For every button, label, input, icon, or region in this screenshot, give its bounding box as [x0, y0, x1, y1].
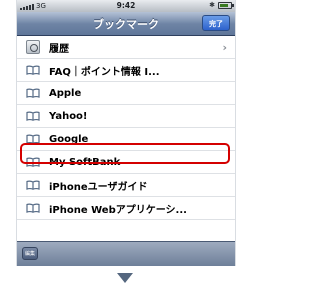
bookmark-label: 履歴 — [49, 43, 69, 55]
bookmark-item-iphone-user-guide[interactable]: iPhoneユーザガイド — [17, 174, 235, 197]
book-icon — [25, 203, 41, 213]
status-right: ✱ — [209, 1, 234, 9]
book-icon — [25, 88, 41, 98]
book-icon — [25, 65, 41, 75]
history-icon — [26, 40, 40, 54]
battery-fill — [220, 3, 228, 7]
book-icon — [25, 134, 41, 144]
battery-icon — [218, 1, 234, 9]
bluetooth-icon: ✱ — [209, 1, 215, 9]
book-icon — [25, 111, 41, 121]
bottom-toolbar: 編集 — [17, 241, 235, 266]
bookmark-item-yahoo[interactable]: Yahoo! — [17, 105, 235, 128]
edit-button[interactable]: 編集 — [22, 247, 38, 260]
page: 3G 9:42 ✱ ブックマーク 完了 履歴 › FAQ｜ポイント情報 I...… — [0, 0, 250, 287]
bookmark-item-apple[interactable]: Apple — [17, 82, 235, 105]
down-arrow-icon — [117, 273, 133, 283]
phone-screen: 3G 9:42 ✱ ブックマーク 完了 履歴 › FAQ｜ポイント情報 I...… — [16, 0, 236, 266]
bookmark-label: iPhoneユーザガイド — [49, 181, 148, 193]
bookmark-label: FAQ｜ポイント情報 I... — [49, 66, 160, 78]
bookmark-item-my-softbank[interactable]: My SoftBank — [17, 151, 235, 174]
status-time: 9:42 — [116, 1, 136, 10]
nav-bar: ブックマーク 完了 — [17, 12, 235, 36]
chevron-right-icon: › — [222, 41, 227, 54]
bookmark-label: Apple — [49, 87, 82, 99]
bookmark-label: My SoftBank — [49, 156, 121, 168]
status-bar: 3G 9:42 ✱ — [17, 0, 235, 12]
bookmark-item-faq[interactable]: FAQ｜ポイント情報 I... — [17, 59, 235, 82]
book-icon — [25, 157, 41, 167]
done-button[interactable]: 完了 — [202, 15, 230, 31]
bookmark-label: iPhone Webアプリケーシ... — [49, 204, 187, 216]
bookmark-item-iphone-web-apps[interactable]: iPhone Webアプリケーシ... — [17, 197, 235, 220]
bookmark-label: Yahoo! — [49, 110, 88, 122]
book-icon — [25, 180, 41, 190]
bookmark-label: Google — [49, 133, 89, 145]
bookmark-list: 履歴 › FAQ｜ポイント情報 I... Apple Yahoo! Google… — [17, 36, 235, 220]
bookmark-item-history[interactable]: 履歴 › — [17, 36, 235, 59]
bookmark-item-google[interactable]: Google — [17, 128, 235, 151]
